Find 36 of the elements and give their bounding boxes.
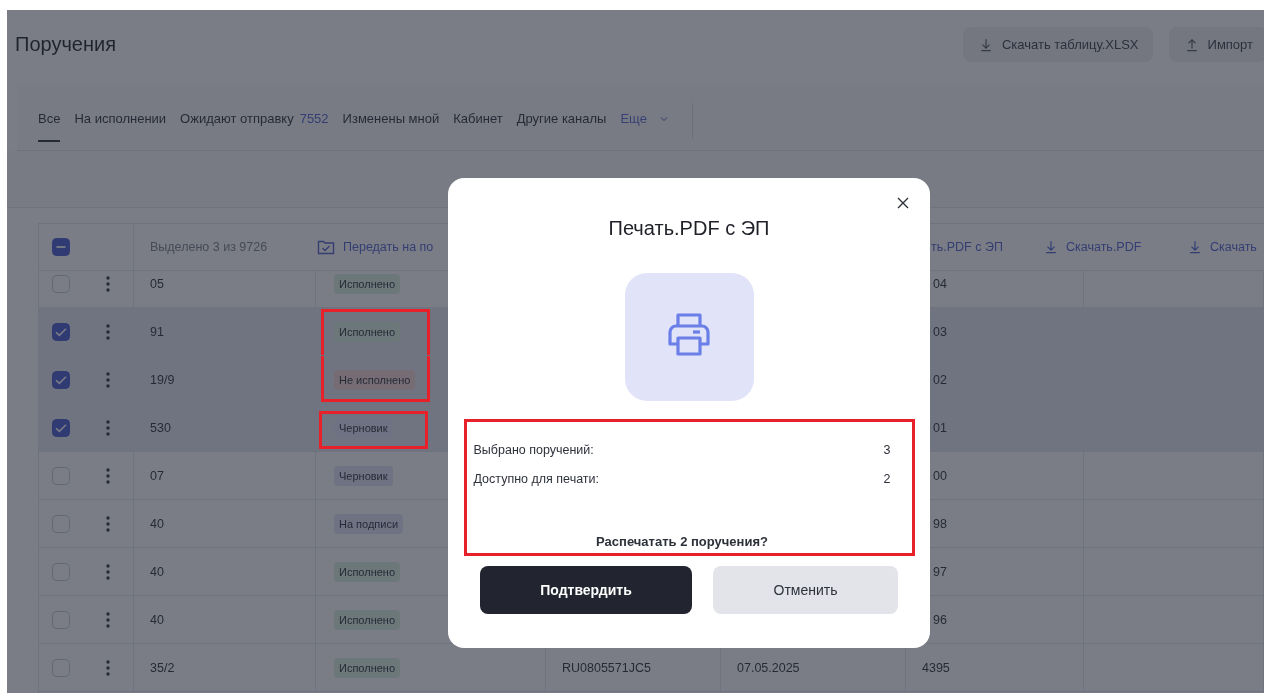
table-cell: 02 — [933, 372, 947, 387]
table-cell: 98 — [933, 516, 947, 531]
confirm-question: Распечатать 2 поручения? — [595, 534, 769, 549]
table-cell: 07 — [150, 468, 164, 483]
table-cell: 05 — [150, 276, 164, 291]
summary-label: Доступно для печати: — [473, 471, 600, 487]
table-cell: 03 — [933, 324, 947, 339]
dialog-title: Печать.PDF с ЭП — [608, 216, 770, 241]
summary-label: Выбрано поручений: — [473, 442, 594, 458]
status-badge: Не исполнено — [334, 369, 416, 390]
table-cell: 91 — [150, 324, 164, 339]
status-badge: На подписи — [334, 513, 404, 534]
table-cell: 40 — [150, 516, 164, 531]
summary-value: 3 — [883, 442, 891, 458]
table-cell: RU0805571JC5 — [562, 660, 651, 675]
tab-count: 7552 — [299, 111, 329, 126]
summary-value: 2 — [883, 471, 891, 487]
table-cell: 530 — [150, 420, 171, 435]
page-title: Поручения — [15, 33, 117, 56]
table-cell: 40 — [150, 612, 164, 627]
status-badge: Черновик — [334, 465, 393, 486]
status-badge: Исполнено — [334, 321, 401, 342]
status-badge: Исполнено — [334, 273, 401, 294]
table-cell: 4395 — [922, 660, 950, 675]
status-badge: Исполнено — [334, 609, 401, 630]
status-badge: Исполнено — [334, 657, 401, 678]
table-cell: 97 — [933, 564, 947, 579]
table-cell: 04 — [933, 276, 947, 291]
table-cell: 40 — [150, 564, 164, 579]
table-cell: 35/2 — [150, 660, 175, 675]
table-cell: 07.05.2025 — [737, 660, 800, 675]
table-cell: 01 — [933, 420, 947, 435]
table-cell: 19/9 — [150, 372, 175, 387]
table-cell: 00 — [933, 468, 947, 483]
status-badge: Исполнено — [334, 561, 401, 582]
table-cell: 96 — [933, 612, 947, 627]
